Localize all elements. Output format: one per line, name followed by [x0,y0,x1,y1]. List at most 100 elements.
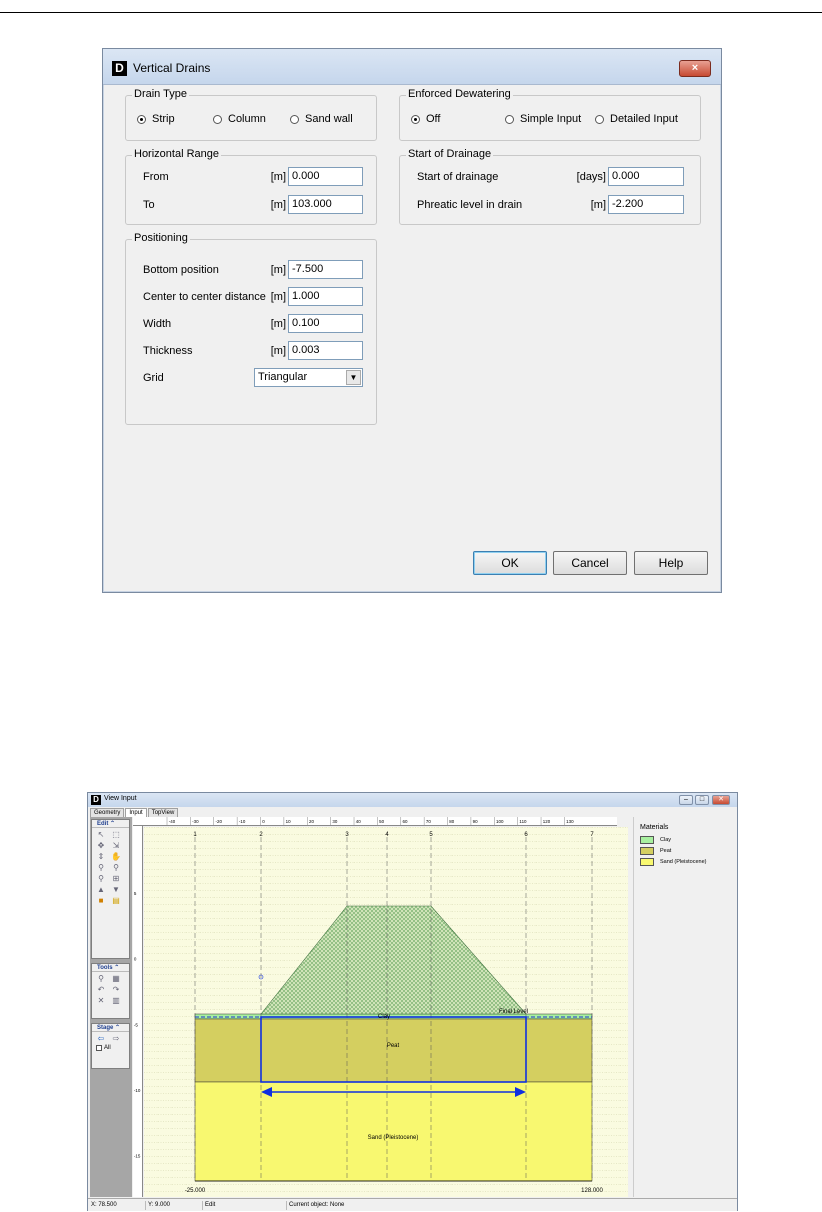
ruler-label: 0 [134,957,137,962]
undo-icon[interactable]: ↶ [95,984,107,995]
radio-simple-input-label: Simple Input [520,113,582,125]
ruler-label: 40 [356,819,361,824]
move-icon[interactable]: ⇕ [95,851,107,862]
stage-back-icon[interactable]: ⇦ [95,1033,107,1044]
page-header-rule [0,12,822,13]
tab-topview[interactable]: TopView [147,808,179,817]
layer-up-icon[interactable]: ▲ [95,884,107,895]
view-tabs: Geometry Input TopView [90,808,179,817]
pan-hand-icon[interactable]: ✋ [110,851,122,862]
select-arrow-icon[interactable]: ↖ [95,829,107,840]
properties-icon[interactable]: ▥ [110,995,122,1006]
legend-swatch [640,858,654,866]
delete-icon[interactable]: ✕ [95,995,107,1006]
ruler-label: 110 [519,819,527,824]
positioning-group: Positioning Bottom position [m] -7.500 C… [125,232,377,425]
radio-detailed-input-label: Detailed Input [610,113,678,125]
view-input-title-bar: D View Input – □ ✕ [88,793,737,807]
collapse-icon: ⌃ [114,965,120,971]
grid-icon[interactable]: ▦ [110,973,122,984]
status-bar: X: 78.500 Y: 9.000 Edit Current object: … [88,1198,737,1211]
cancel-button[interactable]: Cancel [553,551,627,575]
grid-label: Grid [143,372,164,384]
stage-panel: Stage ⌃ ⇦ ⇨ All [91,1023,130,1069]
start-drainage-field[interactable]: 0.000 [608,167,684,186]
radio-simple-input[interactable]: Simple Input [505,113,581,125]
zoom-window-icon[interactable]: ⊞ [110,873,122,884]
radio-dot-selected [137,114,146,124]
ruler-label: 100 [496,819,504,824]
legend-icon[interactable]: ▤ [110,895,122,906]
dialog-title: Vertical Drains [133,61,211,75]
ruler-label: 0 [262,819,265,824]
width-label: Width [143,318,172,330]
tools-panel-header[interactable]: Tools ⌃ [92,964,129,972]
add-point-icon[interactable]: ✥ [95,840,107,851]
thickness-field[interactable]: 0.003 [288,341,363,360]
phreatic-level-field[interactable]: -2.200 [608,195,684,214]
status-object: Current object: None [286,1201,344,1210]
status-mode: Edit [202,1201,215,1210]
edit-panel-header[interactable]: Edit ⌃ [92,820,129,828]
radio-dot [505,114,514,124]
grid-select[interactable]: Triangular ▼ [254,368,363,387]
radio-sand-wall[interactable]: Sand wall [290,113,353,125]
ruler-label: 60 [403,819,408,824]
geometry-canvas[interactable]: 1234567 Clay Final Level Peat Sand (Plei… [144,827,628,1197]
legend-item-clay: Clay [640,836,671,844]
close-button[interactable]: ✕ [712,795,730,805]
edit-panel-title: Edit [97,821,109,827]
view-input-window: D View Input – □ ✕ Geometry Input TopVie… [87,792,738,1211]
width-field[interactable]: 0.100 [288,314,363,333]
drain-type-title: Drain Type [132,88,189,100]
select-box-icon[interactable]: ⬚ [110,829,122,840]
measure-icon[interactable]: ⚲ [95,973,107,984]
zoom-out-icon[interactable]: ⚲ [110,862,122,873]
sand-layer[interactable] [194,1081,593,1182]
stage-forward-icon[interactable]: ⇨ [110,1033,122,1044]
from-field[interactable]: 0.000 [288,167,363,186]
close-button[interactable]: × [679,60,711,77]
layer-down-icon[interactable]: ▼ [110,884,122,895]
color-fill-icon[interactable]: ■ [95,895,107,906]
chevron-down-icon[interactable]: ▼ [346,370,361,385]
enforced-dewatering-group: Enforced Dewatering Off Simple Input Det… [399,88,701,141]
redo-icon[interactable]: ↷ [110,984,122,995]
ok-button[interactable]: OK [473,551,547,575]
ruler-label: 5 [134,891,137,896]
stage-all-checkbox[interactable]: All [92,1045,129,1051]
legend-item-sand: Sand (Pleistocene) [640,858,706,866]
center-distance-field[interactable]: 1.000 [288,287,363,306]
to-unit: [m] [270,199,286,211]
radio-off[interactable]: Off [411,113,440,125]
horizontal-range-title: Horizontal Range [132,148,221,160]
horizontal-range-group: Horizontal Range From [m] 0.000 To [m] 1… [125,148,377,225]
edit-panel: Edit ⌃ ↖ ⬚ ✥ ⇲ ⇕ ✋ ⚲ ⚲ ⚲ ⊞ ▲ ▼ ■ ▤ [91,819,130,959]
status-y: Y: 9.000 [145,1201,170,1210]
radio-column[interactable]: Column [213,113,266,125]
tab-geometry[interactable]: Geometry [90,808,125,817]
peat-layer[interactable] [194,1018,593,1083]
zoom-in-icon[interactable]: ⚲ [95,862,107,873]
maximize-button[interactable]: □ [695,795,709,805]
ruler-label: 130 [566,819,574,824]
bottom-position-field[interactable]: -7.500 [288,260,363,279]
ruler-label: -5 [134,1022,138,1027]
to-field[interactable]: 103.000 [288,195,363,214]
drain-type-group: Drain Type Strip Column Sand wall [125,88,377,141]
width-unit: [m] [270,318,286,330]
from-unit: [m] [270,171,286,183]
add-line-icon[interactable]: ⇲ [110,840,122,851]
zoom-fit-icon[interactable]: ⚲ [95,873,107,884]
center-distance-label: Center to center distance [143,291,266,303]
tools-panel-title: Tools [97,965,113,971]
minimize-button[interactable]: – [679,795,693,805]
phreatic-level-label: Phreatic level in drain [417,199,523,211]
sand-label: Sand (Pleistocene) [368,1135,419,1141]
radio-strip[interactable]: Strip [137,113,175,125]
tab-input[interactable]: Input [125,808,147,817]
radio-detailed-input[interactable]: Detailed Input [595,113,678,125]
stage-panel-header[interactable]: Stage ⌃ [92,1024,129,1032]
help-button[interactable]: Help [634,551,708,575]
vertical-drains-dialog: D Vertical Drains × Drain Type Strip Col… [102,48,722,593]
